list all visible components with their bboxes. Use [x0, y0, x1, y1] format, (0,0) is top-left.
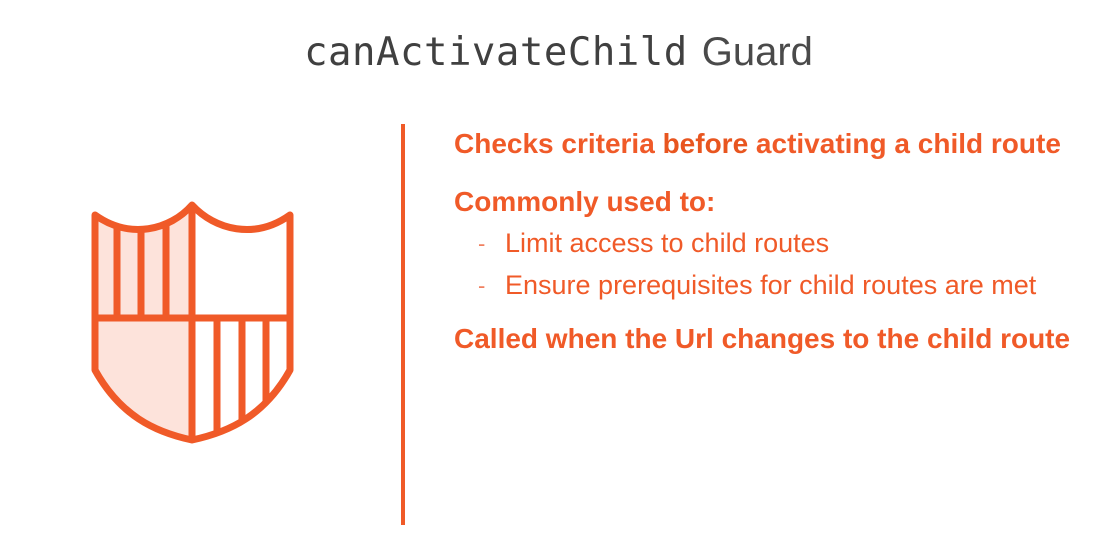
list-item: - Ensure prerequisites for child routes a… — [454, 268, 1104, 303]
list-item-text: Limit access to child routes — [505, 228, 830, 258]
shield-icon — [91, 201, 294, 444]
usage-list: - Limit access to child routes - Ensure pr… — [454, 226, 1104, 303]
title-code: canActivateChild — [304, 30, 688, 75]
vertical-divider — [401, 124, 405, 525]
list-item: - Limit access to child routes — [454, 226, 1104, 261]
point-checks-criteria: Checks criteria before activating a chil… — [454, 126, 1104, 161]
bullet-dash: - — [478, 231, 486, 256]
title-plain: Guard — [701, 30, 813, 74]
bullet-dash: - — [478, 273, 486, 298]
list-item-text: Ensure prerequisites for child routes ar… — [505, 270, 1037, 300]
slide-title: canActivateChild Guard — [0, 26, 1117, 79]
point-called-when: Called when the Url changes to the child… — [454, 323, 1071, 354]
point-text: Checks criteria — [454, 128, 663, 159]
slide-content: Checks criteria before activating a chil… — [454, 124, 1104, 356]
point-emphasis: before — [662, 128, 749, 159]
point-text: activating a child route — [748, 128, 1061, 159]
point-commonly-used: Commonly used to: — [454, 186, 716, 217]
